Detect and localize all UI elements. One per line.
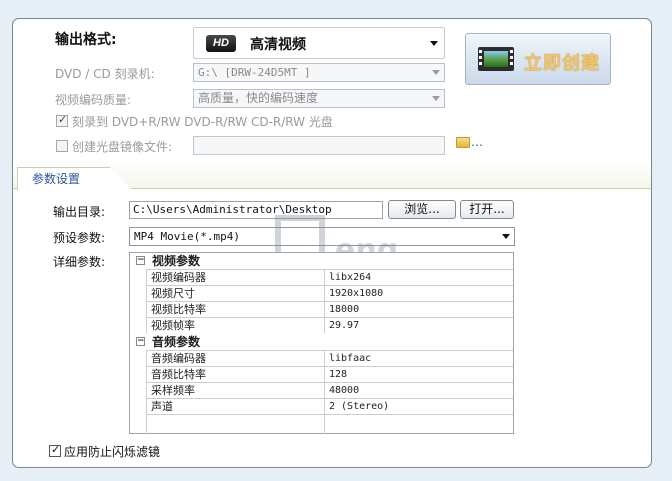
detail-label: 详细参数: — [53, 255, 106, 269]
iso-path-input[interactable] — [193, 136, 445, 155]
param-value[interactable]: 1920x1080 — [324, 285, 513, 301]
burner-select[interactable]: G:\ [DRW-24D5MT ] — [193, 63, 445, 82]
output-dir-label: 输出目录: — [53, 205, 106, 219]
chevron-down-icon — [432, 96, 440, 101]
video-group-label: 视频参数 — [152, 254, 201, 268]
burn-checkbox-label: 刻录到 DVD+R/RW DVD-R/RW CD-R/RW 光盘 — [72, 115, 333, 129]
chevron-down-icon — [502, 234, 510, 239]
tab-bar: 参数设置 — [13, 159, 651, 190]
chevron-down-icon — [432, 70, 440, 75]
table-row[interactable]: 音频比特率 128 — [130, 366, 513, 382]
deflicker-checkbox-label: 应用防止闪烁滤镜 — [64, 445, 161, 459]
param-key: 音频编码器 — [146, 350, 324, 366]
param-key: 音频比特率 — [146, 366, 324, 382]
film-icon — [478, 47, 514, 71]
param-value[interactable]: libx264 — [324, 269, 513, 285]
param-value[interactable]: 48000 — [324, 382, 513, 398]
param-key: 视频编码器 — [146, 269, 324, 285]
open-button[interactable]: 打开... — [460, 200, 514, 219]
param-key: 视频帧率 — [146, 317, 324, 333]
folder-icon[interactable] — [456, 137, 470, 148]
param-value[interactable]: 2 (Stereo) — [324, 398, 513, 414]
param-value[interactable]: 128 — [324, 366, 513, 382]
browse-button[interactable]: 浏览... — [388, 200, 456, 219]
burner-value: G:\ [DRW-24D5MT ] — [198, 66, 311, 79]
detail-property-grid: − 视频参数 视频编码器 libx264 视频尺寸 1920x1080 视频比特… — [129, 252, 514, 434]
output-format-label: 输出格式: — [55, 32, 117, 48]
table-row[interactable]: 视频帧率 29.97 — [130, 317, 513, 333]
create-now-label: 立即创建 — [524, 53, 600, 74]
output-format-select[interactable]: HD 高清视频 — [193, 27, 445, 59]
table-row[interactable]: 采样频率 48000 — [130, 382, 513, 398]
create-now-button[interactable]: 立即创建 — [465, 33, 611, 85]
tab-parameters[interactable]: 参数设置 — [17, 167, 132, 190]
audio-group-row[interactable]: − 音频参数 — [130, 334, 513, 350]
quality-select[interactable]: 高质量，快的编码速度 — [193, 89, 445, 108]
output-format-value: 高清视频 — [250, 37, 306, 53]
param-key: 声道 — [146, 398, 324, 414]
iso-checkbox[interactable] — [56, 140, 68, 152]
iso-checkbox-label: 创建光盘镜像文件: — [72, 140, 173, 154]
table-row[interactable]: 视频比特率 18000 — [130, 301, 513, 317]
audio-group-label: 音频参数 — [152, 335, 201, 349]
preset-value: MP4 Movie(*.mp4) — [134, 230, 240, 243]
param-value[interactable]: libfaac — [324, 350, 513, 366]
table-row[interactable]: 视频尺寸 1920x1080 — [130, 285, 513, 301]
table-row[interactable]: 声道 2 (Stereo) — [130, 398, 513, 414]
main-panel: 输出格式: HD 高清视频 立即创建 DVD / CD 刻录机: G:\ [DR… — [12, 18, 652, 468]
param-value[interactable]: 18000 — [324, 301, 513, 317]
deflicker-checkbox[interactable] — [49, 443, 61, 457]
table-row[interactable]: 音频编码器 libfaac — [130, 350, 513, 366]
table-row-empty — [130, 414, 513, 434]
collapse-icon[interactable]: − — [136, 337, 145, 346]
iso-browse-dots[interactable]: … — [471, 135, 483, 149]
param-key: 视频尺寸 — [146, 285, 324, 301]
chevron-down-icon — [430, 41, 438, 46]
hd-icon: HD — [206, 35, 236, 52]
burn-checkbox[interactable] — [56, 113, 68, 127]
quality-value: 高质量，快的编码速度 — [198, 91, 319, 105]
burner-label: DVD / CD 刻录机: — [55, 67, 155, 81]
param-key: 视频比特率 — [146, 301, 324, 317]
param-key: 采样频率 — [146, 382, 324, 398]
param-value[interactable]: 29.97 — [324, 317, 513, 333]
video-group-row[interactable]: − 视频参数 — [130, 253, 513, 269]
preset-label: 预设参数: — [53, 231, 106, 245]
quality-label: 视频编码质量: — [55, 93, 132, 107]
collapse-icon[interactable]: − — [136, 256, 145, 265]
table-row[interactable]: 视频编码器 libx264 — [130, 269, 513, 285]
